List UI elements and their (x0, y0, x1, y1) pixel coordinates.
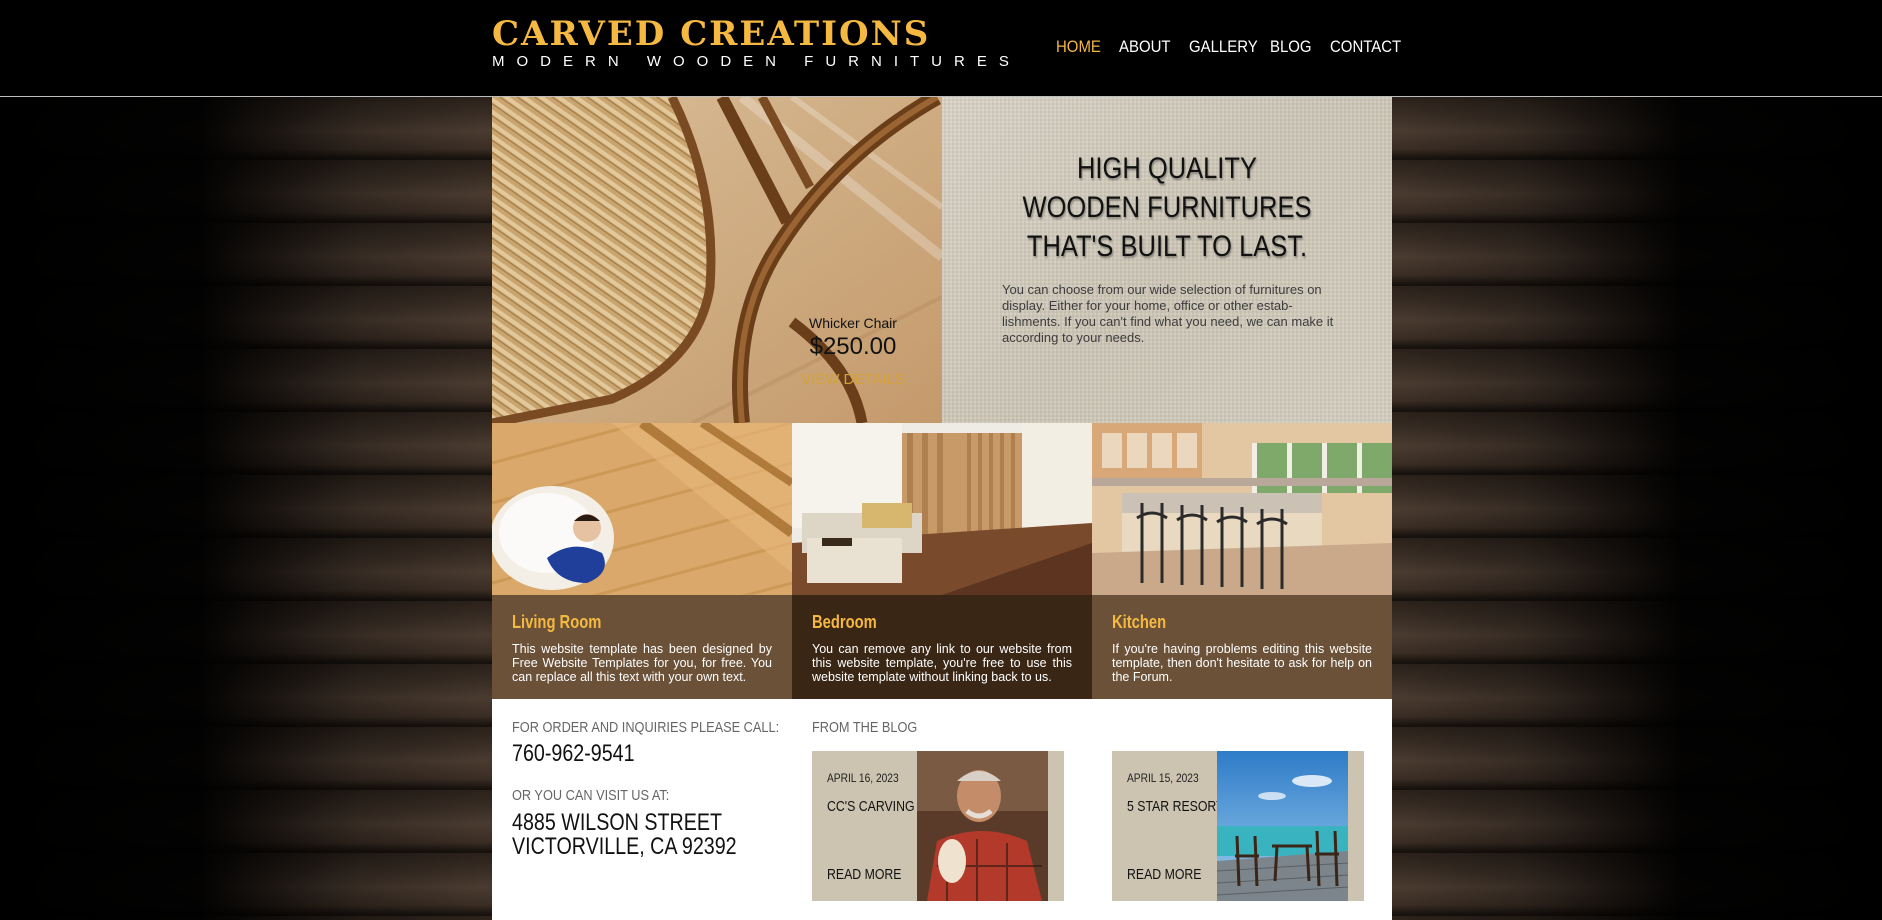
resort-image (1217, 751, 1348, 901)
hero-title-line: HIGH QUALITY (1077, 152, 1257, 185)
read-more-link[interactable]: READ MORE (827, 866, 901, 883)
woodcarver-image (917, 751, 1048, 901)
phone-number[interactable]: 760-962-9541 (512, 741, 635, 766)
hero-title-line: THAT'S BUILT TO LAST. (1026, 230, 1308, 263)
nav-blog[interactable]: BLOG (1270, 37, 1312, 57)
bedroom-image (792, 423, 1092, 595)
blog-date: APRIL 16, 2023 (827, 771, 899, 785)
room-text: You can remove any link to our website f… (812, 642, 1072, 684)
room-title: Living Room (512, 612, 602, 632)
nav-about[interactable]: ABOUT (1119, 37, 1171, 57)
living-room-image (492, 423, 792, 595)
room-text: This website template has been designed … (512, 642, 772, 684)
hero-title-line: WOODEN FURNITURES (1022, 191, 1312, 224)
room-card-bedroom[interactable]: Bedroom You can remove any link to our w… (792, 423, 1092, 699)
blog-card[interactable]: APRIL 15, 2023 5 STAR RESORTS READ MORE (1112, 751, 1364, 901)
main-content: Whicker Chair $250.00 VIEW DETAILS HIGH … (492, 97, 1392, 920)
kitchen-illustration (1092, 423, 1392, 595)
hero-chair-image: Whicker Chair $250.00 VIEW DETAILS (492, 97, 942, 423)
logo[interactable]: CARVED CREATIONS MODERN WOODEN FURNITURE… (492, 14, 1021, 70)
room-card-living-room[interactable]: Living Room This website template has be… (492, 423, 792, 699)
kitchen-image (1092, 423, 1392, 595)
room-card-kitchen[interactable]: Kitchen If you're having problems editin… (1092, 423, 1392, 699)
bedroom-caption: Bedroom You can remove any link to our w… (792, 595, 1092, 699)
visit-label: OR YOU CAN VISIT US AT: (512, 787, 670, 804)
view-details-link[interactable]: VIEW DETAILS (792, 371, 914, 388)
address-line-2: VICTORVILLE, CA 92392 (512, 833, 737, 860)
blog-heading: FROM THE BLOG (812, 719, 918, 736)
living-room-caption: Living Room This website template has be… (492, 595, 792, 699)
hero-title: HIGH QUALITY WOODEN FURNITURES THAT'S BU… (942, 149, 1392, 266)
nav-gallery[interactable]: GALLERY (1189, 37, 1258, 57)
room-text: If you're having problems editing this w… (1112, 642, 1372, 684)
site-header: CARVED CREATIONS MODERN WOODEN FURNITURE… (0, 0, 1882, 97)
blog-card[interactable]: APRIL 16, 2023 CC'S CARVING READ MORE (812, 751, 1064, 901)
bedroom-illustration (792, 423, 1092, 595)
product-name: Whicker Chair (809, 315, 897, 331)
hero-description: You can choose from our wide selection o… (1002, 282, 1334, 345)
logo-title: CARVED CREATIONS (492, 14, 931, 54)
address-line-1: 4885 WILSON STREET (512, 809, 722, 836)
nav-contact[interactable]: CONTACT (1330, 37, 1401, 57)
living-room-illustration (492, 423, 792, 595)
nav-home[interactable]: HOME (1056, 37, 1101, 57)
logo-subtitle: MODERN WOODEN FURNITURES (492, 53, 1021, 70)
room-title: Kitchen (1112, 612, 1167, 632)
bottom-section: FOR ORDER AND INQUIRIES PLEASE CALL: 760… (492, 699, 1392, 920)
kitchen-caption: Kitchen If you're having problems editin… (1092, 595, 1392, 699)
order-label: FOR ORDER AND INQUIRIES PLEASE CALL: (512, 719, 780, 736)
product-price: $250.00 (809, 333, 897, 360)
blog-title[interactable]: CC'S CARVING (827, 798, 915, 815)
read-more-link[interactable]: READ MORE (1127, 866, 1201, 883)
room-title: Bedroom (812, 612, 877, 632)
blog-date: APRIL 15, 2023 (1127, 771, 1199, 785)
hero-text-panel: HIGH QUALITY WOODEN FURNITURES THAT'S BU… (942, 97, 1392, 423)
